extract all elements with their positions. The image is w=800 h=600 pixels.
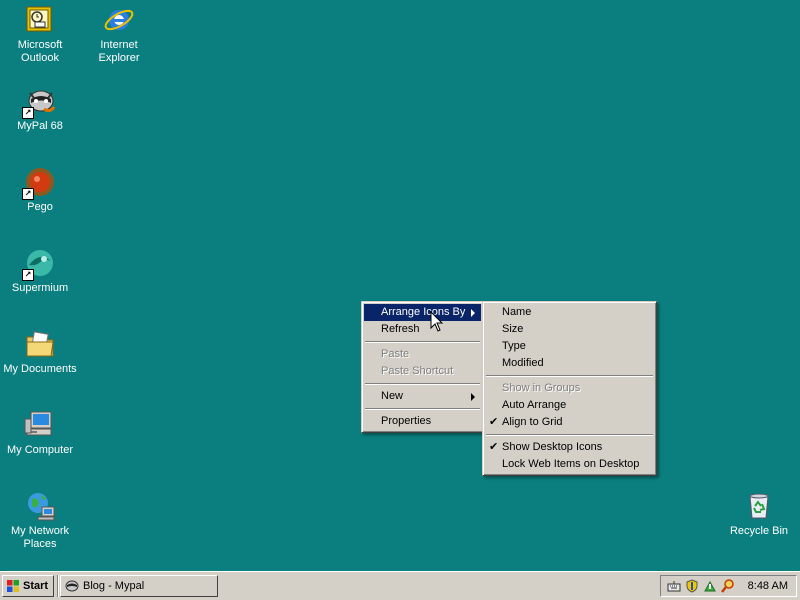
submenu-item-lock-web-items[interactable]: Lock Web Items on Desktop: [485, 456, 654, 473]
desktop-icon-label: Microsoft Outlook: [17, 39, 63, 64]
submenu-item-show-in-groups[interactable]: Show in Groups: [485, 380, 654, 397]
taskbar-clock[interactable]: 8:48 AM: [748, 576, 788, 596]
menu-item-label: Modified: [502, 357, 544, 369]
desktop-icon-mypal[interactable]: ↗ MyPal 68: [0, 85, 80, 133]
desktop-icon-label: Pego: [27, 201, 53, 213]
taskbar-separator: [57, 575, 59, 597]
mypal-icon: [65, 580, 79, 592]
submenu-item-type[interactable]: Type: [485, 338, 654, 355]
ie-icon: [103, 4, 135, 36]
menu-item-label: Auto Arrange: [502, 399, 567, 411]
menu-separator: [486, 434, 653, 436]
network-status-icon[interactable]: [703, 579, 717, 593]
shortcut-arrow-icon: ↗: [22, 107, 34, 119]
menu-item-refresh[interactable]: Refresh: [364, 321, 481, 338]
checkmark-icon: ✔: [489, 416, 499, 428]
menu-item-label: Size: [502, 323, 524, 335]
menu-item-label: Paste: [381, 348, 410, 360]
arrange-icons-submenu: Name Size Type Modified Show in Groups A…: [482, 301, 657, 476]
submenu-item-size[interactable]: Size: [485, 321, 654, 338]
desktop-icon-pego[interactable]: ↗ Pego: [0, 166, 80, 214]
menu-item-label: Refresh: [381, 323, 420, 335]
menu-item-label: Properties: [381, 415, 432, 427]
menu-separator: [365, 408, 480, 410]
windows-logo-icon: [7, 580, 19, 592]
start-button[interactable]: Start: [2, 575, 54, 597]
desktop-icon-supermium[interactable]: ↗ Supermium: [0, 247, 80, 295]
search-icon[interactable]: [721, 579, 735, 593]
taskbar: Start Blog - Mypal 8:48 AM: [0, 571, 800, 600]
desktop-icon-label: Internet Explorer: [98, 39, 140, 64]
keyboard-icon[interactable]: [667, 579, 681, 593]
menu-item-new[interactable]: New: [364, 388, 481, 405]
desktop-icon-label: Recycle Bin: [729, 525, 789, 537]
submenu-item-align-to-grid[interactable]: ✔ Align to Grid: [485, 414, 654, 431]
desktop-icon-label: My Network Places: [10, 525, 70, 550]
menu-item-paste[interactable]: Paste: [364, 346, 481, 363]
submenu-item-auto-arrange[interactable]: Auto Arrange: [485, 397, 654, 414]
menu-item-label: Lock Web Items on Desktop: [502, 458, 640, 470]
pego-icon: ↗: [22, 166, 56, 200]
desktop-icon-recycle-bin[interactable]: Recycle Bin: [719, 490, 799, 538]
checkmark-icon: ✔: [489, 441, 499, 453]
outlook-icon: [24, 4, 56, 36]
folder-icon: [24, 328, 56, 360]
menu-separator: [365, 341, 480, 343]
submenu-item-name[interactable]: Name: [485, 304, 654, 321]
menu-item-properties[interactable]: Properties: [364, 413, 481, 430]
menu-item-label: Type: [502, 340, 526, 352]
menu-item-arrange-icons-by[interactable]: Arrange Icons By: [364, 304, 481, 321]
submenu-item-show-desktop-icons[interactable]: ✔ Show Desktop Icons: [485, 439, 654, 456]
menu-item-label: New: [381, 390, 404, 402]
supermium-icon: ↗: [22, 247, 56, 281]
menu-item-label: Paste Shortcut: [381, 365, 454, 377]
taskbar-button-label: Blog - Mypal: [83, 580, 145, 592]
mouse-cursor-icon: [430, 311, 444, 332]
recycle-bin-icon: [743, 490, 775, 522]
menu-item-label: Name: [502, 306, 532, 318]
start-label: Start: [23, 580, 49, 592]
system-tray: 8:48 AM: [660, 575, 797, 597]
desktop-icon-label: My Computer: [6, 444, 74, 456]
desktop-icon-my-computer[interactable]: My Computer: [0, 409, 80, 457]
network-icon: [24, 490, 56, 522]
menu-item-label: Arrange Icons By: [381, 306, 466, 318]
desktop-icon-my-network-places[interactable]: My Network Places: [0, 490, 80, 551]
desktop-icon-internet-explorer[interactable]: Internet Explorer: [79, 4, 159, 65]
taskbar-button-blog-mypal[interactable]: Blog - Mypal: [60, 575, 218, 597]
menu-item-paste-shortcut[interactable]: Paste Shortcut: [364, 363, 481, 380]
computer-icon: [24, 409, 56, 441]
submenu-arrow-icon: [471, 393, 475, 401]
security-shield-icon[interactable]: [685, 579, 699, 593]
desktop-icon-label: My Documents: [3, 363, 77, 375]
mypal-icon: ↗: [22, 85, 56, 119]
menu-item-label: Show Desktop Icons: [502, 441, 603, 453]
desktop-icon-label: Supermium: [11, 282, 69, 294]
desktop-context-menu: Arrange Icons By Refresh Paste Paste Sho…: [361, 301, 484, 433]
desktop[interactable]: Microsoft Outlook Internet Explorer ↗ My…: [0, 0, 800, 571]
shortcut-arrow-icon: ↗: [22, 269, 34, 281]
menu-separator: [365, 383, 480, 385]
menu-item-label: Align to Grid: [502, 416, 563, 428]
desktop-icon-label: MyPal 68: [17, 120, 63, 132]
desktop-icon-outlook[interactable]: Microsoft Outlook: [0, 4, 80, 65]
menu-separator: [486, 375, 653, 377]
submenu-arrow-icon: [471, 309, 475, 317]
desktop-icon-my-documents[interactable]: My Documents: [0, 328, 80, 376]
shortcut-arrow-icon: ↗: [22, 188, 34, 200]
menu-item-label: Show in Groups: [502, 382, 581, 394]
submenu-item-modified[interactable]: Modified: [485, 355, 654, 372]
